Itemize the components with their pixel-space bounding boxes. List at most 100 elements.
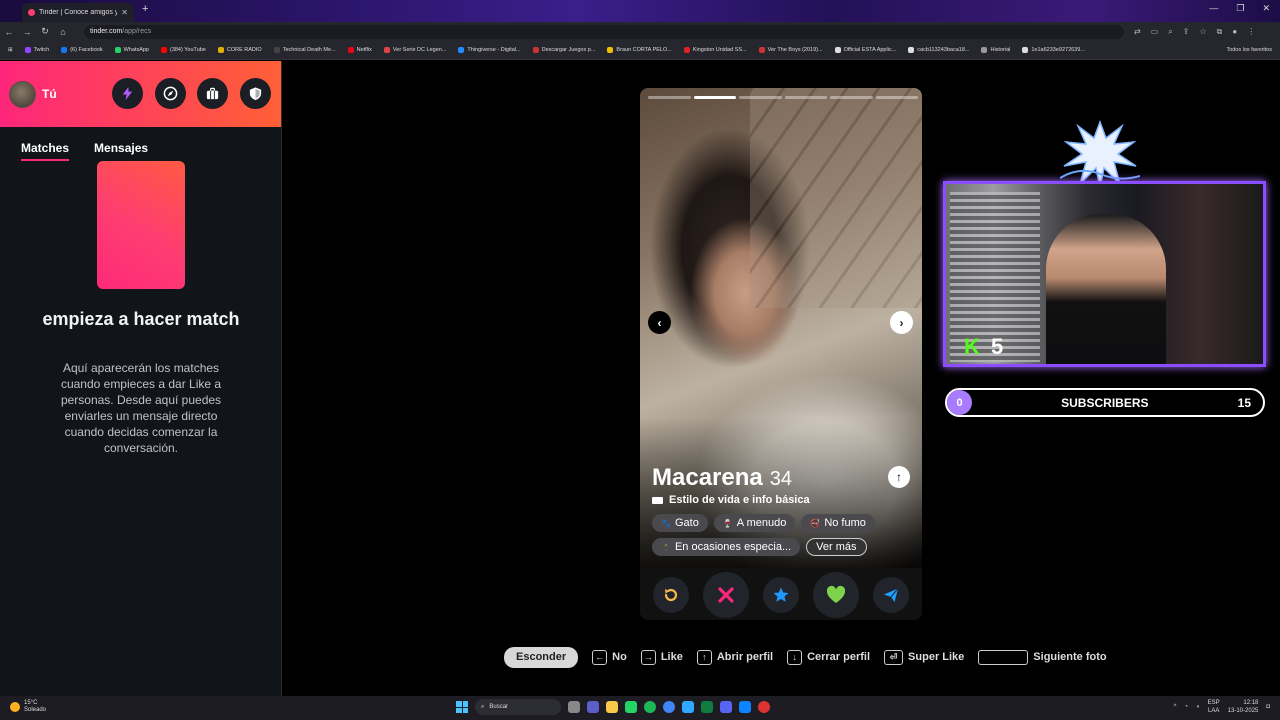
url-field[interactable]: tinder.com/app/recs [84, 24, 1124, 39]
profile-card[interactable]: ‹ › Macarena 34 ↑ Estilo de vida e info … [640, 88, 922, 620]
next-photo-button[interactable]: › [890, 311, 913, 334]
teams-icon[interactable] [587, 701, 599, 713]
tinder-favicon-icon [28, 9, 35, 16]
previous-photo-button[interactable]: ‹ [648, 311, 671, 334]
photo-indicator[interactable] [784, 96, 827, 99]
bookmark-item[interactable]: Descargar Juegos p... [532, 47, 595, 53]
apps-grid-icon[interactable]: ⊞ [8, 47, 13, 53]
minimize-button[interactable]: — [1209, 3, 1218, 14]
bookmark-label: (384) YouTube [169, 47, 206, 53]
photo-indicator[interactable] [693, 96, 736, 99]
spotify-icon[interactable] [644, 701, 656, 713]
vscode-icon[interactable] [739, 701, 751, 713]
bookmark-item[interactable]: WhatsApp [114, 47, 149, 53]
all-bookmarks-folder[interactable]: Todos los favoritos [1226, 47, 1272, 53]
windows-start-icon[interactable] [456, 701, 468, 713]
cast-icon[interactable]: ▭ [1151, 27, 1159, 37]
like-button[interactable] [813, 572, 859, 618]
notification-bell-icon[interactable]: ◘ [1266, 704, 1270, 710]
super-like-button[interactable] [763, 577, 799, 613]
close-window-button[interactable]: ✕ [1262, 3, 1270, 14]
avatar[interactable] [9, 80, 36, 108]
weather-widget[interactable]: 15°C Soleado [10, 700, 46, 714]
new-tab-icon[interactable]: + [142, 3, 148, 15]
bookmark-favicon-icon [758, 47, 765, 53]
zoom-icon[interactable]: ⌕ [1168, 27, 1172, 37]
file-explorer-icon[interactable] [606, 701, 618, 713]
photo-indicator[interactable] [648, 96, 691, 99]
nope-button[interactable] [703, 572, 749, 618]
reload-icon[interactable]: ↻ [36, 26, 54, 37]
bookmark-item[interactable]: Netflix [347, 47, 372, 53]
sidebar-tabs: Matches Mensajes [0, 127, 281, 161]
photoshop-icon[interactable] [682, 701, 694, 713]
taskbar-search[interactable]: ⌕ Buscar [475, 699, 561, 715]
clock[interactable]: 12:18 13-10-2025 [1228, 699, 1259, 715]
bookmark-label: (6) Facebook [70, 47, 103, 53]
bookmark-item[interactable]: CORE RADIO [217, 47, 262, 53]
open-profile-button[interactable]: ↑ [888, 466, 910, 488]
photo-indicator[interactable] [875, 96, 918, 99]
url-path: /app/recs [122, 28, 152, 35]
whatsapp-icon[interactable] [625, 701, 637, 713]
rewind-button[interactable] [653, 577, 689, 613]
lifestyle-label: Estilo de vida e info básica [669, 494, 810, 506]
bookmark-item[interactable]: Ver Serie DC Legen... [383, 47, 446, 53]
tab-messages[interactable]: Mensajes [94, 141, 148, 161]
bookmark-item[interactable]: Kingston Unidad SS... [683, 47, 747, 53]
discord-icon[interactable] [720, 701, 732, 713]
task-view-icon[interactable] [568, 701, 580, 713]
bookmark-item[interactable]: Braun CORTA PELO... [607, 47, 672, 53]
streamer-logo [1060, 119, 1140, 189]
bookmark-item[interactable]: Thingiverse - Digital... [458, 47, 521, 53]
photo-indicator[interactable] [739, 96, 782, 99]
home-icon[interactable]: ⌂ [54, 27, 72, 37]
webcam-overlay: K 5 [943, 181, 1266, 367]
hide-hints-button[interactable]: Esconder [504, 646, 579, 668]
bookmark-star-icon[interactable]: ☆ [1199, 27, 1206, 37]
language-indicator[interactable]: ESP LAA [1208, 699, 1220, 715]
obs-icon[interactable] [758, 701, 770, 713]
menu-icon[interactable]: ⋮ [1247, 27, 1255, 37]
briefcase-button[interactable] [197, 78, 228, 109]
tab-matches[interactable]: Matches [21, 141, 70, 161]
excel-icon[interactable] [701, 701, 713, 713]
hint-label: Siguiente foto [1033, 651, 1107, 663]
browser-tab[interactable]: Tinder | Conoce amigos y gen ✕ [22, 3, 134, 22]
enter-key-icon: ⏎ [884, 649, 904, 665]
maximize-button[interactable]: ❐ [1236, 3, 1244, 14]
back-icon[interactable]: ← [0, 27, 18, 37]
tray-overflow-icon[interactable]: ^ [1174, 704, 1177, 710]
profile-icon[interactable]: ● [1232, 27, 1237, 37]
taskbar-apps: ⌕ Buscar [456, 699, 770, 715]
bookmark-item[interactable]: cacb113243baca18... [908, 47, 969, 53]
chip-label: A menudo [736, 517, 787, 529]
bookmark-favicon-icon [607, 47, 614, 53]
bookmark-item[interactable]: (6) Facebook [61, 47, 103, 53]
bookmarks-bar: ⊞ Twitch (6) Facebook WhatsApp (384) YouTube… [0, 41, 1280, 60]
share-icon[interactable]: ⇪ [1183, 27, 1190, 37]
bookmark-item[interactable]: 1e1a6233e9272639... [1022, 47, 1085, 53]
photo-indicator[interactable] [830, 96, 873, 99]
bookmark-item[interactable]: Twitch [24, 47, 49, 53]
network-icon[interactable]: ◔ [1184, 704, 1188, 710]
close-tab-icon[interactable]: ✕ [121, 8, 128, 17]
lifestyle-chips: 🐾 Gato 🍷 A menudo 🚭 No fumo 🕴 En ocasiones espe… [652, 514, 914, 556]
bookmark-favicon-icon [273, 47, 280, 53]
extensions-icon[interactable]: ⧉ [1217, 27, 1223, 37]
volume-icon[interactable]: ◖ [1196, 704, 1200, 710]
bookmark-item[interactable]: Ver The Boys (2019)... [758, 47, 823, 53]
translate-icon[interactable]: ⇄ [1134, 27, 1141, 37]
see-more-button[interactable]: Ver más [806, 538, 867, 556]
user-label[interactable]: Tú [42, 87, 57, 101]
safety-button[interactable] [240, 78, 271, 109]
boost-button[interactable] [112, 78, 143, 109]
bookmark-item[interactable]: Technical Death Me... [273, 47, 336, 53]
bookmark-item[interactable]: Official ESTA Applic... [834, 47, 896, 53]
chrome-icon[interactable] [663, 701, 675, 713]
forward-icon[interactable]: → [18, 27, 36, 37]
bookmark-item[interactable]: Historial [981, 47, 1010, 53]
explore-button[interactable] [155, 78, 186, 109]
bookmark-item[interactable]: (384) YouTube [160, 47, 206, 53]
send-button[interactable] [873, 577, 909, 613]
